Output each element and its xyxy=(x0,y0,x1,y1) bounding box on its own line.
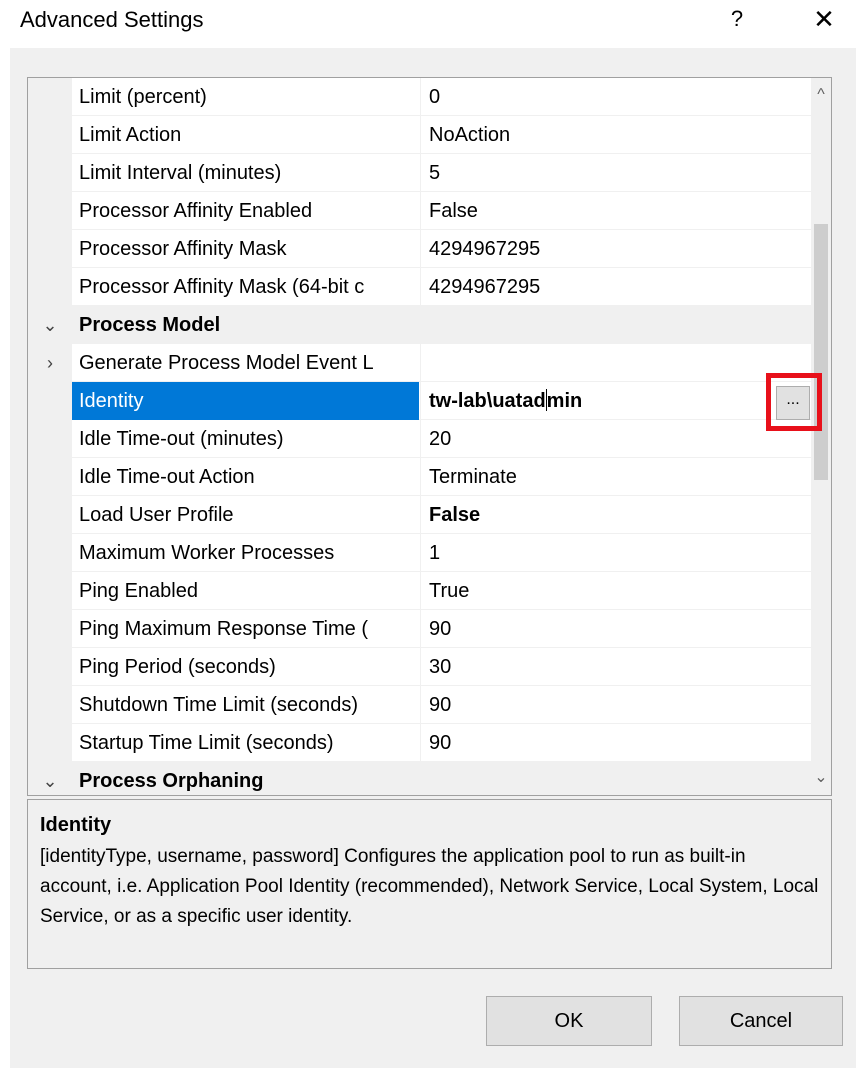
property-row[interactable]: Load User Profile False xyxy=(28,496,811,534)
property-name: Limit Interval (minutes) xyxy=(79,162,282,184)
property-name: Ping Enabled xyxy=(79,580,198,602)
property-value[interactable]: True xyxy=(420,572,811,610)
description-text: [identityType, username, password] Confi… xyxy=(40,846,819,927)
row-margin xyxy=(28,458,72,496)
property-value[interactable]: 90 xyxy=(420,686,811,724)
property-name: Ping Period (seconds) xyxy=(79,656,276,678)
property-value[interactable]: 4294967295 xyxy=(420,268,811,306)
property-name: Ping Maximum Response Time ( xyxy=(79,618,368,640)
property-row[interactable]: Processor Affinity Mask (64-bit c 4294967… xyxy=(28,268,811,306)
dialog-title: Advanced Settings xyxy=(20,7,204,32)
help-button[interactable]: ? xyxy=(722,2,752,36)
identity-value-input[interactable]: tw-lab\uatadmin xyxy=(420,382,811,420)
row-margin xyxy=(28,610,72,648)
row-margin xyxy=(28,496,72,534)
scroll-down-icon[interactable]: ⌄ xyxy=(811,761,831,795)
category-row[interactable]: ⌄ Process Orphaning xyxy=(28,762,811,795)
category-row[interactable]: ⌄ Process Model xyxy=(28,306,811,344)
row-margin xyxy=(28,648,72,686)
description-panel: Identity [identityType, username, passwo… xyxy=(27,799,832,969)
property-row[interactable]: Shutdown Time Limit (seconds) 90 xyxy=(28,686,811,724)
property-row[interactable]: Startup Time Limit (seconds) 90 xyxy=(28,724,811,762)
scroll-up-icon[interactable]: ^ xyxy=(811,78,831,112)
property-name: Processor Affinity Mask (64-bit c xyxy=(79,276,365,298)
property-row[interactable]: Ping Enabled True xyxy=(28,572,811,610)
row-margin xyxy=(28,78,72,116)
ok-button[interactable]: OK xyxy=(486,996,652,1046)
property-name: Maximum Worker Processes xyxy=(79,542,335,564)
title-bar: Advanced Settings ? ✕ xyxy=(0,0,856,48)
property-name: Limit (percent) xyxy=(79,86,207,108)
property-value[interactable]: 0 xyxy=(420,78,811,116)
vertical-scrollbar[interactable]: ^ ⌄ xyxy=(811,78,831,795)
close-button[interactable]: ✕ xyxy=(806,2,842,36)
property-value[interactable]: NoAction xyxy=(420,116,811,154)
identity-value-part: min xyxy=(546,390,583,412)
property-name: Identity xyxy=(72,382,419,420)
row-margin xyxy=(28,534,72,572)
property-value[interactable]: 1 xyxy=(420,534,811,572)
property-row[interactable]: Processor Affinity Mask 4294967295 xyxy=(28,230,811,268)
property-name: Processor Affinity Enabled xyxy=(79,200,313,222)
collapse-chevron-icon[interactable]: ⌄ xyxy=(36,762,64,795)
property-name: Shutdown Time Limit (seconds) xyxy=(79,694,359,716)
expand-chevron-icon[interactable]: › xyxy=(36,344,64,382)
property-value[interactable]: Terminate xyxy=(420,458,811,496)
row-margin: ⌄ xyxy=(28,306,72,344)
property-grid: Limit (percent) 0 Limit Action NoAction Limi… xyxy=(27,77,832,796)
identity-browse-button[interactable]: ... xyxy=(776,386,810,420)
property-row[interactable]: Ping Maximum Response Time ( 90 xyxy=(28,610,811,648)
property-row[interactable]: Limit (percent) 0 xyxy=(28,78,811,116)
property-row[interactable]: Idle Time-out (minutes) 20 xyxy=(28,420,811,458)
collapse-chevron-icon[interactable]: ⌄ xyxy=(36,306,64,344)
property-value[interactable]: 90 xyxy=(420,724,811,762)
property-row[interactable]: Maximum Worker Processes 1 xyxy=(28,534,811,572)
property-name: Idle Time-out Action xyxy=(79,466,255,488)
property-row[interactable]: Limit Action NoAction xyxy=(28,116,811,154)
property-row[interactable]: Limit Interval (minutes) 5 xyxy=(28,154,811,192)
identity-value-part: tw-lab\uatad xyxy=(429,390,546,412)
property-rows: Limit (percent) 0 Limit Action NoAction Limi… xyxy=(28,78,811,795)
category-label: Process Model xyxy=(79,314,221,336)
property-row[interactable]: Ping Period (seconds) 30 xyxy=(28,648,811,686)
property-value[interactable]: 30 xyxy=(420,648,811,686)
category-label: Process Orphaning xyxy=(79,770,264,792)
property-name: Idle Time-out (minutes) xyxy=(79,428,284,450)
property-name: Load User Profile xyxy=(79,504,234,526)
row-margin xyxy=(28,154,72,192)
row-margin xyxy=(28,230,72,268)
property-name: Generate Process Model Event L xyxy=(79,352,374,374)
row-margin xyxy=(28,382,72,420)
property-value[interactable]: 5 xyxy=(420,154,811,192)
row-margin xyxy=(28,116,72,154)
row-margin: › xyxy=(28,344,72,382)
scroll-thumb[interactable] xyxy=(814,224,828,480)
property-value[interactable]: 20 xyxy=(420,420,811,458)
property-value[interactable]: 4294967295 xyxy=(420,230,811,268)
row-margin xyxy=(28,420,72,458)
property-name: Processor Affinity Mask xyxy=(79,238,287,260)
property-row[interactable]: Identity tw-lab\uatadmin xyxy=(28,382,811,420)
row-margin xyxy=(28,686,72,724)
property-value[interactable] xyxy=(420,344,811,382)
description-title: Identity xyxy=(40,814,112,836)
row-margin xyxy=(28,268,72,306)
row-margin: ⌄ xyxy=(28,762,72,795)
cancel-button[interactable]: Cancel xyxy=(679,996,843,1046)
row-margin xyxy=(28,192,72,230)
property-value[interactable]: False xyxy=(420,192,811,230)
property-name: Limit Action xyxy=(79,124,182,146)
row-margin xyxy=(28,724,72,762)
property-row[interactable]: › Generate Process Model Event L xyxy=(28,344,811,382)
property-value[interactable]: False xyxy=(420,496,811,534)
row-margin xyxy=(28,572,72,610)
property-row[interactable]: Idle Time-out Action Terminate xyxy=(28,458,811,496)
property-value[interactable]: 90 xyxy=(420,610,811,648)
property-name: Startup Time Limit (seconds) xyxy=(79,732,334,754)
property-row[interactable]: Processor Affinity Enabled False xyxy=(28,192,811,230)
